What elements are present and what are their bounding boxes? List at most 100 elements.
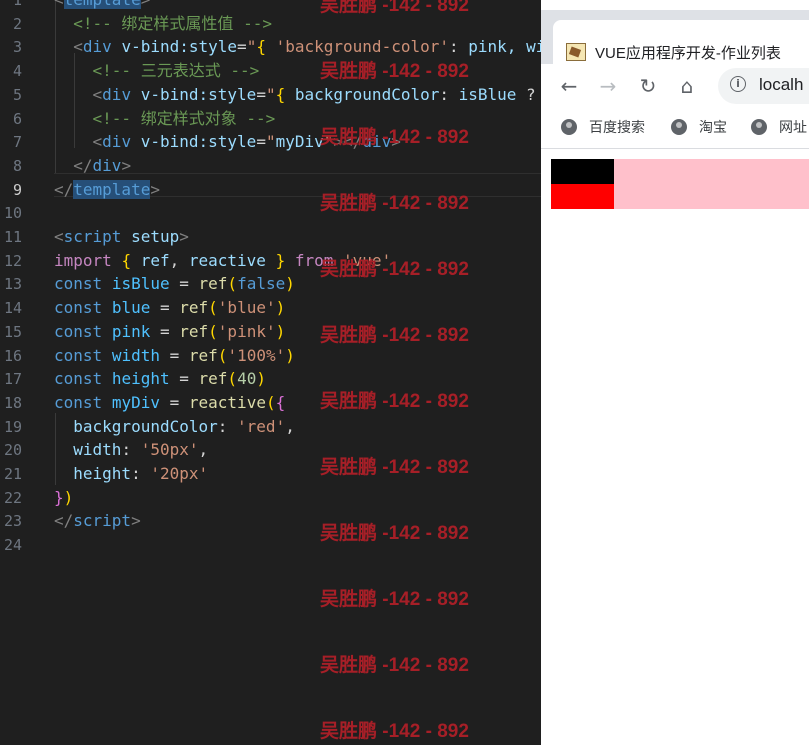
code-line[interactable]: const pink = ref('pink') xyxy=(54,320,285,344)
code-token: ref xyxy=(131,250,170,270)
line-number: 9 xyxy=(12,180,22,199)
browser-window[interactable]: VUE应用程序开发-作业列表 ← → ↻ ⌂ i localh 百度搜索 淘宝 … xyxy=(541,0,809,745)
code-token: width xyxy=(54,440,122,460)
browser-titlebar: VUE应用程序开发-作业列表 xyxy=(541,10,809,74)
browser-toolbar: ← → ↻ ⌂ i localh xyxy=(541,64,809,108)
code-token: = xyxy=(150,298,180,318)
line-number: 8 xyxy=(12,156,22,175)
bookmark-taobao[interactable]: 淘宝 xyxy=(671,117,727,137)
code-token: pink xyxy=(111,321,151,341)
line-number: 10 xyxy=(3,204,22,223)
globe-icon xyxy=(671,119,687,135)
code-token: '20px' xyxy=(150,464,209,483)
code-line[interactable]: <div v-bind:style="{ backgroundColor: is… xyxy=(54,83,536,107)
code-line[interactable]: const myDiv = reactive({ xyxy=(54,391,285,415)
address-bar[interactable]: i localh xyxy=(718,68,809,104)
forward-arrow-icon[interactable]: → xyxy=(594,72,622,100)
code-token: " xyxy=(246,37,257,57)
code-token: backgroundColor xyxy=(54,416,218,436)
line-number: 18 xyxy=(3,393,22,412)
code-token: ) xyxy=(275,321,286,341)
code-line[interactable]: height: '20px' xyxy=(54,462,208,486)
code-editor[interactable]: 1 2 3 4 5 6 7 8 9 10 11 12 13 14 15 16 17 18 19 20 21 22 23 24 … xyxy=(0,0,541,745)
code-token: false xyxy=(237,274,286,294)
code-token: script xyxy=(63,227,122,246)
code-line[interactable]: const height = ref(40) xyxy=(54,367,266,391)
code-line[interactable]: const blue = ref('blue') xyxy=(54,296,285,320)
bookmark-baidu[interactable]: 百度搜索 xyxy=(561,117,645,137)
line-number: 16 xyxy=(3,346,22,365)
code-token: , xyxy=(285,416,295,436)
watermark-text: 吴胜鹏 -142 - 892 xyxy=(320,61,469,82)
line-number: 6 xyxy=(12,109,22,128)
line-number: 4 xyxy=(12,62,22,81)
line-number: 11 xyxy=(3,228,22,246)
line-number-gutter: 1 2 3 4 5 6 7 8 9 10 11 12 13 14 15 16 17 18 19 20 21 22 23 24 xyxy=(0,0,30,745)
line-number: 14 xyxy=(3,299,22,318)
code-token: : xyxy=(121,440,141,460)
code-token: 40 xyxy=(237,369,257,389)
code-line[interactable]: <!-- 绑定样式对象 --> xyxy=(54,107,276,131)
code-token: , xyxy=(169,250,189,270)
code-line[interactable]: </template> xyxy=(54,178,160,202)
code-line[interactable]: </div> xyxy=(54,154,131,178)
code-token: height xyxy=(54,464,132,483)
line-number: 13 xyxy=(3,275,22,294)
watermark-text: 吴胜鹏 -142 - 892 xyxy=(320,457,469,478)
code-token: = xyxy=(256,132,266,152)
code-token: < xyxy=(92,132,103,152)
code-line[interactable]: }) xyxy=(54,486,73,510)
reload-icon[interactable]: ↻ xyxy=(634,72,662,100)
code-line[interactable]: backgroundColor: 'red', xyxy=(54,415,295,439)
home-icon[interactable]: ⌂ xyxy=(673,72,701,100)
code-token: pink xyxy=(468,37,507,57)
pink-outer-div xyxy=(551,159,809,209)
code-token: reactive xyxy=(188,250,266,270)
bookmark-label: 网址 xyxy=(779,119,807,135)
code-token: v-bind:style xyxy=(111,37,238,57)
back-arrow-icon[interactable]: ← xyxy=(555,72,583,100)
code-token: ) xyxy=(285,274,295,294)
code-token: myDiv xyxy=(111,392,160,412)
code-line[interactable]: <template> xyxy=(54,0,150,12)
code-line[interactable]: const width = ref('100%') xyxy=(54,344,295,368)
code-token: " xyxy=(265,84,276,104)
code-line[interactable]: </script> xyxy=(54,509,141,533)
watermark-text: 吴胜鹏 -142 - 892 xyxy=(320,391,469,412)
code-token: ( xyxy=(217,345,228,365)
line-number: 7 xyxy=(12,133,22,152)
code-token: < xyxy=(73,37,83,57)
code-token: > xyxy=(150,179,160,199)
code-token: { xyxy=(275,84,286,104)
code-token: 'pink' xyxy=(217,321,276,341)
code-token: ( xyxy=(265,392,276,412)
code-token: { xyxy=(275,392,286,412)
tab-title: VUE应用程序开发-作业列表 xyxy=(595,45,781,62)
code-token: div xyxy=(82,37,112,57)
code-token: const xyxy=(54,392,103,412)
code-token: " xyxy=(265,132,276,152)
code-token: isBlue xyxy=(458,84,517,104)
code-token: ) xyxy=(256,369,266,389)
line-number: 17 xyxy=(3,370,22,389)
bookmark-websites[interactable]: 网址 xyxy=(751,117,807,137)
code-token: = xyxy=(237,37,247,57)
code-line[interactable]: <!-- 绑定样式属性值 --> xyxy=(54,12,272,36)
code-token: ref xyxy=(198,369,228,389)
code-line[interactable]: const isBlue = ref(false) xyxy=(54,272,295,296)
code-token: const xyxy=(54,369,103,389)
code-line[interactable]: <script setup> xyxy=(54,225,189,249)
code-token: import xyxy=(54,250,112,270)
code-token: } xyxy=(54,487,64,507)
url-text[interactable]: localh xyxy=(759,75,803,95)
code-line[interactable]: width: '50px', xyxy=(54,438,208,462)
site-info-icon[interactable]: i xyxy=(730,76,746,92)
line-number: 5 xyxy=(12,85,22,104)
code-line[interactable]: <!-- 三元表达式 --> xyxy=(54,59,260,83)
